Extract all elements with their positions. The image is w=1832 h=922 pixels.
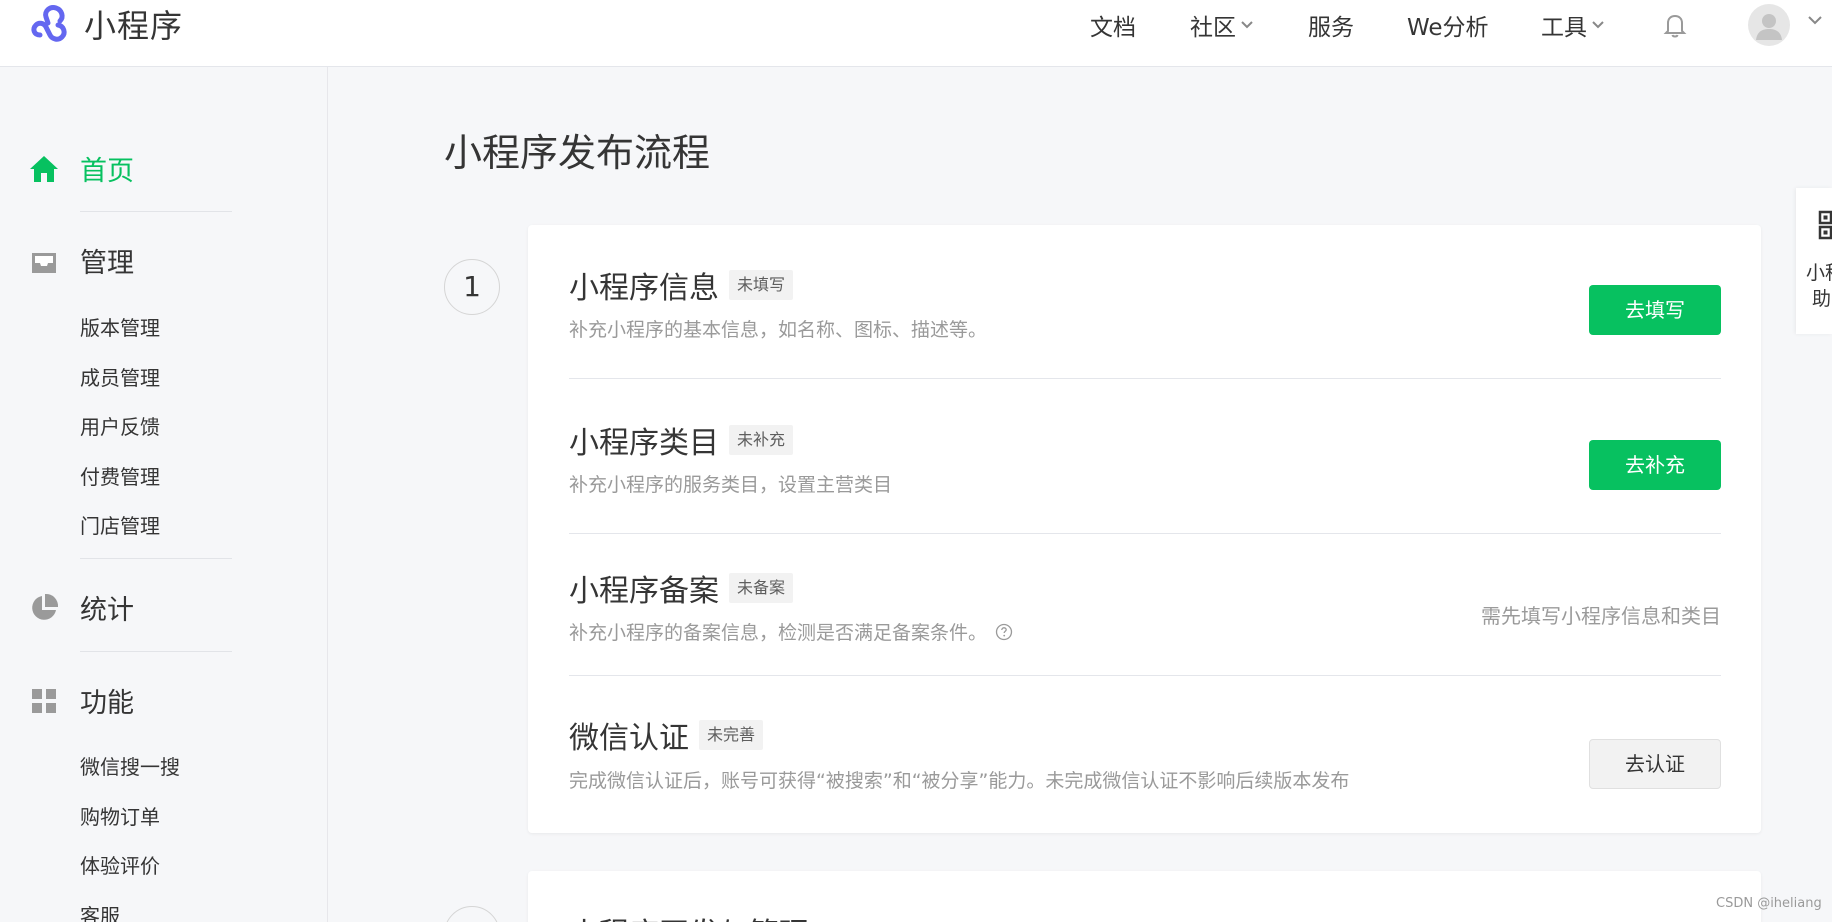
- step-card: 小程序信息 未填写 补充小程序的基本信息，如名称、图标、描述等。 去填写 小程序…: [528, 225, 1761, 833]
- sidebar-divider: [80, 211, 232, 212]
- row-description: 完成微信认证后，账号可获得“被搜索”和“被分享”能力。未完成微信认证不影响后续版…: [569, 770, 1350, 792]
- home-icon: [30, 155, 58, 182]
- nav-tools[interactable]: 工具: [1541, 0, 1605, 50]
- sidebar-item-feedback[interactable]: 用户反馈: [80, 411, 160, 440]
- sidebar: 首页 管理 版本管理 成员管理 用户反馈 付费管理 门店管理 统计 功能 微信搜…: [0, 67, 328, 922]
- sidebar-manage-label: 管理: [80, 248, 134, 279]
- nav-we-analysis-label: We分析: [1407, 15, 1489, 41]
- page-title: 小程序发布流程: [444, 131, 711, 175]
- status-tag: 未补充: [729, 425, 794, 455]
- user-icon: [1756, 14, 1782, 40]
- watermark: CSDN @iheliang: [1716, 896, 1822, 911]
- step-row-info: 小程序信息 未填写 补充小程序的基本信息，如名称、图标、描述等。 去填写: [569, 263, 1721, 363]
- row-title: 微信认证: [569, 721, 689, 756]
- nav-community-label: 社区: [1190, 15, 1236, 41]
- sidebar-item-wechat-search[interactable]: 微信搜一搜: [80, 751, 180, 780]
- row-description: 补充小程序的基本信息，如名称、图标、描述等。: [569, 319, 988, 341]
- row-title: 小程序信息: [569, 271, 719, 306]
- row-title-wrap: 小程序信息 未填写: [569, 263, 794, 307]
- row-divider: [569, 533, 1721, 534]
- sidebar-manage[interactable]: 管理: [28, 241, 134, 280]
- nav-community[interactable]: 社区: [1190, 0, 1254, 50]
- sidebar-item-members[interactable]: 成员管理: [80, 362, 160, 391]
- row-title-wrap: 小程序类目 未补充: [569, 418, 794, 462]
- step-2-title: 小程序开发与管理: [569, 909, 809, 922]
- sidebar-item-payment[interactable]: 付费管理: [80, 461, 160, 490]
- row-title: 小程序类目: [569, 426, 719, 461]
- row-title-wrap: 微信认证 未完善: [569, 713, 764, 757]
- verify-button[interactable]: 去认证: [1589, 739, 1721, 789]
- status-tag: 未备案: [729, 573, 794, 603]
- pie-chart-icon: [32, 593, 59, 620]
- row-title: 小程序备案: [569, 574, 719, 609]
- chevron-down-icon: [1592, 21, 1604, 29]
- sidebar-item-reviews[interactable]: 体验评价: [80, 850, 160, 879]
- brand-name: 小程序: [84, 7, 184, 45]
- sidebar-item-version[interactable]: 版本管理: [80, 312, 160, 341]
- row-description-wrap: 补充小程序的备案信息，检测是否满足备案条件。: [569, 618, 1013, 645]
- row-description: 补充小程序的服务类目，设置主营类目: [569, 474, 893, 496]
- nav-docs[interactable]: 文档: [1090, 0, 1136, 50]
- step-row-category: 小程序类目 未补充 补充小程序的服务类目，设置主营类目 去补充: [569, 418, 1721, 518]
- nav-we-analysis[interactable]: We分析: [1407, 0, 1489, 50]
- step-card-2: 小程序开发与管理: [528, 871, 1761, 922]
- sidebar-divider: [80, 558, 232, 559]
- nav-tools-label: 工具: [1541, 15, 1587, 41]
- row-divider: [569, 378, 1721, 379]
- status-tag: 未完善: [699, 720, 764, 750]
- bell-icon[interactable]: [1660, 10, 1690, 40]
- nav-services-label: 服务: [1308, 15, 1354, 41]
- row-title-wrap: 小程序备案 未备案: [569, 566, 794, 610]
- top-navbar: 小程序 文档 社区 服务 We分析 工具: [0, 0, 1832, 67]
- step-number: 1: [444, 259, 500, 315]
- grid-icon: [32, 688, 56, 713]
- sidebar-item-customer-service[interactable]: 客服: [80, 900, 120, 922]
- sidebar-home-label: 首页: [80, 156, 134, 187]
- prerequisite-hint: 需先填写小程序信息和类目: [1481, 604, 1721, 628]
- step-number-2: [444, 906, 500, 922]
- sidebar-features-label: 功能: [80, 688, 134, 719]
- assistant-label-line1: 小程: [1806, 262, 1832, 284]
- row-description: 补充小程序的备案信息，检测是否满足备案条件。: [569, 622, 988, 644]
- status-tag: 未填写: [729, 270, 794, 300]
- assistant-float-panel[interactable]: 小程 助: [1796, 188, 1832, 334]
- qr-code-icon: [1818, 210, 1832, 240]
- sidebar-item-orders[interactable]: 购物订单: [80, 801, 160, 830]
- step-row-verification: 微信认证 未完善 完成微信认证后，账号可获得“被搜索”和“被分享”能力。未完成微…: [569, 713, 1721, 813]
- sidebar-item-store[interactable]: 门店管理: [80, 510, 160, 539]
- sidebar-stats[interactable]: 统计: [28, 588, 134, 627]
- add-category-button[interactable]: 去补充: [1589, 440, 1721, 490]
- sidebar-stats-label: 统计: [80, 595, 134, 626]
- miniprogram-logo-icon: [31, 5, 67, 42]
- sidebar-home[interactable]: 首页: [28, 149, 134, 188]
- chevron-down-icon: [1241, 21, 1253, 29]
- row-divider: [569, 675, 1721, 676]
- inbox-icon: [32, 252, 56, 273]
- nav-docs-label: 文档: [1090, 15, 1136, 41]
- sidebar-divider: [80, 651, 232, 652]
- step-row-filing: 小程序备案 未备案 补充小程序的备案信息，检测是否满足备案条件。 需先填写小程序…: [569, 566, 1721, 666]
- brand[interactable]: 小程序: [28, 0, 183, 48]
- assistant-label-line2: 助: [1812, 288, 1832, 310]
- fill-info-button[interactable]: 去填写: [1589, 285, 1721, 335]
- assistant-label: 小程 助: [1806, 260, 1832, 312]
- sidebar-features[interactable]: 功能: [28, 681, 134, 720]
- user-avatar[interactable]: [1748, 4, 1790, 46]
- chevron-down-icon[interactable]: [1806, 14, 1824, 26]
- nav-services[interactable]: 服务: [1308, 0, 1354, 50]
- help-question-icon[interactable]: [995, 623, 1013, 641]
